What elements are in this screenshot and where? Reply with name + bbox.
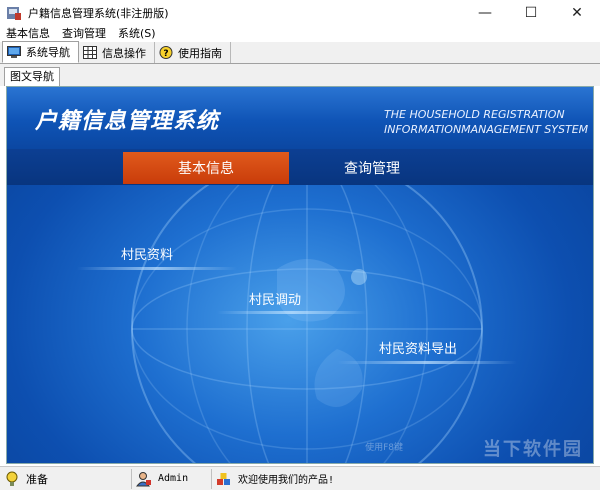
tab-user-guide[interactable]: ? 使用指南 [155,42,231,63]
banner-subtitle: THE HOUSEHOLD REGISTRATION INFORMATIONMA… [384,107,589,137]
banner: 户籍信息管理系统 THE HOUSEHOLD REGISTRATION INFO… [7,87,593,149]
cubes-icon [216,471,232,487]
tab-label: 系统导航 [26,46,70,59]
monitor-icon [7,45,21,59]
subtab-row: 图文导航 [0,64,600,86]
status-ready-text: 准备 [26,472,48,486]
status-user: Admin [132,468,212,489]
grid-icon [83,46,97,59]
status-message-text: 欢迎使用我们的产品! [238,475,335,486]
bulb-icon [4,471,20,487]
status-bar: 准备 Admin 欢迎使用我们的产品! [0,466,600,490]
tab-label: 使用指南 [178,46,222,60]
menu-bar: 基本信息 查询管理 系统(S) [0,26,600,42]
link-villager-export[interactable]: 村民资料导出 [379,338,457,357]
status-message: 欢迎使用我们的产品! [212,469,600,489]
globe-background [131,153,483,463]
watermark-logo: 当下软件园 [483,439,583,460]
status-ready: 准备 [0,468,132,489]
nav-basic-info[interactable]: 基本信息 [123,152,289,184]
title-bar: 户籍信息管理系统(非注册版) — ☐ ✕ [0,0,600,26]
link-glow [77,267,237,270]
link-glow [337,361,517,364]
status-user-text: Admin [158,473,189,484]
app-icon [6,5,22,21]
nav-bar: 基本信息 查询管理 [7,149,593,185]
tab-system-navigation[interactable]: 系统导航 [2,41,79,63]
banner-title: 户籍信息管理系统 [35,109,220,134]
menu-basic-info[interactable]: 基本信息 [0,26,56,42]
svg-text:?: ? [163,49,168,59]
minimize-button[interactable]: — [462,0,508,26]
user-icon [135,471,152,487]
close-button[interactable]: ✕ [554,0,600,26]
link-villager-info[interactable]: 村民资料 [121,244,173,263]
menu-query-management[interactable]: 查询管理 [56,26,112,42]
help-icon: ? [159,46,173,59]
maximize-button[interactable]: ☐ [508,0,554,26]
tab-info-operation[interactable]: 信息操作 [79,42,155,63]
banner-subtitle-line1: THE HOUSEHOLD REGISTRATION [384,108,565,121]
nav-query-management[interactable]: 查询管理 [289,152,455,184]
main-panel: 户籍信息管理系统 THE HOUSEHOLD REGISTRATION INFO… [6,86,594,464]
menu-system[interactable]: 系统(S) [112,26,162,42]
toolbar: 系统导航 信息操作 ? 使用指南 [0,41,600,64]
window-title: 户籍信息管理系统(非注册版) [28,7,169,20]
tab-label: 信息操作 [102,46,146,60]
link-glow [217,311,367,314]
tab-graphic-navigation[interactable]: 图文导航 [4,67,60,86]
link-villager-transfer[interactable]: 村民调动 [249,289,301,308]
watermark-hint: 使用F8键 [365,443,403,453]
banner-subtitle-line2: INFORMATIONMANAGEMENT SYSTEM [384,123,589,136]
